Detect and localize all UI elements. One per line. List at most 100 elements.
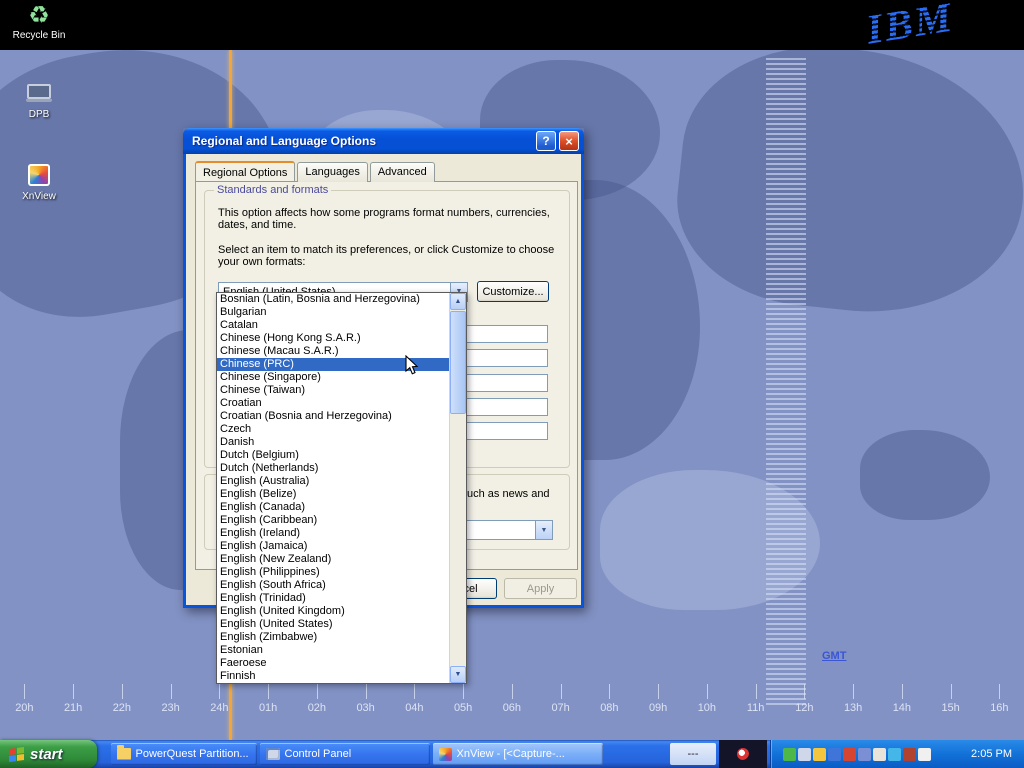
tray-icon[interactable] xyxy=(918,748,931,761)
language-option[interactable]: English (New Zealand) xyxy=(217,553,449,566)
desktop-icon-dpb[interactable]: DPB xyxy=(4,84,74,120)
tray-icon[interactable] xyxy=(783,748,796,761)
tray-icon[interactable] xyxy=(798,748,811,761)
help-button[interactable]: ? xyxy=(536,131,556,151)
icon-label: DPB xyxy=(4,109,74,120)
tray-icon[interactable] xyxy=(843,748,856,761)
taskbar-button-xnview[interactable]: XnView - [<Capture-... xyxy=(433,743,603,765)
currency-sample-field xyxy=(464,349,548,367)
hour-label: 10h xyxy=(692,702,722,714)
language-option[interactable]: Croatian (Bosnia and Herzegovina) xyxy=(217,410,449,423)
group-description: This option affects how some programs fo… xyxy=(218,207,550,231)
language-option[interactable]: Chinese (Taiwan) xyxy=(217,384,449,397)
apply-button[interactable]: Apply xyxy=(504,578,577,599)
hour-label: 15h xyxy=(936,702,966,714)
hour-label: 11h xyxy=(741,702,771,714)
language-list: Bosnian (Latin, Bosnia and Herzegovina) … xyxy=(217,293,449,683)
dialog-titlebar[interactable]: Regional and Language Options ? × xyxy=(183,128,584,154)
hour-label: 20h xyxy=(9,702,39,714)
desktop-icon-xnview[interactable]: XnView xyxy=(4,164,74,202)
tray-icons xyxy=(783,748,971,761)
language-option[interactable]: Chinese (Hong Kong S.A.R.) xyxy=(217,332,449,345)
language-option[interactable]: English (United Kingdom) xyxy=(217,605,449,618)
language-dropdown-list: Bosnian (Latin, Bosnia and Herzegovina) … xyxy=(216,292,467,684)
taskbar-clock[interactable]: 2:05 PM xyxy=(971,748,1016,760)
hour-label: 02h xyxy=(302,702,332,714)
language-option[interactable]: Danish xyxy=(217,436,449,449)
tab-strip: Regional Options Languages Advanced xyxy=(195,162,437,182)
language-option[interactable]: English (South Africa) xyxy=(217,579,449,592)
desktop-icon-recycle-bin[interactable]: ♻ Recycle Bin xyxy=(4,4,74,41)
tab-regional-options[interactable]: Regional Options xyxy=(195,161,295,181)
language-option[interactable]: English (Belize) xyxy=(217,488,449,501)
tray-icon[interactable] xyxy=(858,748,871,761)
control-panel-icon xyxy=(266,748,280,760)
language-option[interactable]: English (Canada) xyxy=(217,501,449,514)
icon-label: XnView xyxy=(4,191,74,202)
short-date-sample-field xyxy=(464,398,548,416)
language-option[interactable]: Croatian xyxy=(217,397,449,410)
language-option[interactable]: English (Ireland) xyxy=(217,527,449,540)
location-text-fragment: uch as news and xyxy=(467,488,550,500)
language-option[interactable]: English (Jamaica) xyxy=(217,540,449,553)
language-option[interactable]: Catalan xyxy=(217,319,449,332)
hour-label: 04h xyxy=(399,702,429,714)
scroll-down-icon[interactable]: ▼ xyxy=(450,666,466,683)
hour-label: 06h xyxy=(497,702,527,714)
group-title: Standards and formats xyxy=(214,184,331,196)
timezone-hour-labels: 20h21h22h23h24h01h02h03h04h05h06h07h08h0… xyxy=(0,702,1024,714)
hour-label: 05h xyxy=(448,702,478,714)
language-option[interactable]: Bosnian (Latin, Bosnia and Herzegovina) xyxy=(217,293,449,306)
hour-label: 21h xyxy=(58,702,88,714)
hour-label: 08h xyxy=(594,702,624,714)
desktop: GMT 20h21h22h23h24h01h02h03h04h05h06h07h… xyxy=(0,0,1024,768)
ibm-logo: IBM xyxy=(863,0,957,55)
laptop-icon xyxy=(26,84,52,104)
tab-advanced[interactable]: Advanced xyxy=(370,162,435,182)
language-option[interactable]: Czech xyxy=(217,423,449,436)
hour-label: 14h xyxy=(887,702,917,714)
tray-icon[interactable] xyxy=(903,748,916,761)
group-instruction: Select an item to match its preferences,… xyxy=(218,244,566,268)
language-option[interactable]: Finnish xyxy=(217,670,449,683)
folder-icon xyxy=(117,748,131,760)
language-option[interactable]: English (Caribbean) xyxy=(217,514,449,527)
language-option[interactable]: English (United States) xyxy=(217,618,449,631)
scrollbar-thumb[interactable] xyxy=(450,311,466,414)
tray-icon[interactable] xyxy=(813,748,826,761)
tray-icon[interactable] xyxy=(828,748,841,761)
start-button[interactable]: start xyxy=(0,740,97,768)
time-sample-field xyxy=(464,374,548,392)
tab-languages[interactable]: Languages xyxy=(297,162,367,182)
docked-toolbar[interactable] xyxy=(719,740,767,768)
language-option[interactable]: English (Philippines) xyxy=(217,566,449,579)
language-option[interactable]: Estonian xyxy=(217,644,449,657)
hour-label: 24h xyxy=(204,702,234,714)
language-option[interactable]: English (Zimbabwe) xyxy=(217,631,449,644)
taskbar-button-powerquest[interactable]: PowerQuest Partition... xyxy=(111,743,257,765)
language-option[interactable]: English (Australia) xyxy=(217,475,449,488)
list-scrollbar[interactable]: ▲ ▼ xyxy=(449,293,466,683)
language-option[interactable]: Bulgarian xyxy=(217,306,449,319)
scroll-up-icon[interactable]: ▲ xyxy=(450,293,466,310)
wallpaper-continent xyxy=(860,430,990,520)
top-strip: ♻ Recycle Bin IBM xyxy=(0,0,1024,50)
taskbar-button-control-panel[interactable]: Control Panel xyxy=(260,743,430,765)
long-date-sample-field xyxy=(464,422,548,440)
hour-label: 09h xyxy=(643,702,673,714)
close-button[interactable]: × xyxy=(559,131,579,151)
language-option[interactable]: English (Trinidad) xyxy=(217,592,449,605)
customize-button[interactable]: Customize... xyxy=(477,281,549,302)
location-combobox[interactable]: ▼ xyxy=(464,520,553,540)
hour-label: 03h xyxy=(351,702,381,714)
tray-icon[interactable] xyxy=(888,748,901,761)
tray-icon[interactable] xyxy=(873,748,886,761)
language-option[interactable]: Faeroese xyxy=(217,657,449,670)
taskbar-toolbar-button[interactable]: --- xyxy=(670,743,716,765)
hour-label: 13h xyxy=(838,702,868,714)
hour-label: 23h xyxy=(156,702,186,714)
taskbar: start PowerQuest Partition... Control Pa… xyxy=(0,740,1024,768)
chevron-down-icon[interactable]: ▼ xyxy=(535,521,552,539)
language-option[interactable]: Dutch (Belgium) xyxy=(217,449,449,462)
language-option[interactable]: Dutch (Netherlands) xyxy=(217,462,449,475)
